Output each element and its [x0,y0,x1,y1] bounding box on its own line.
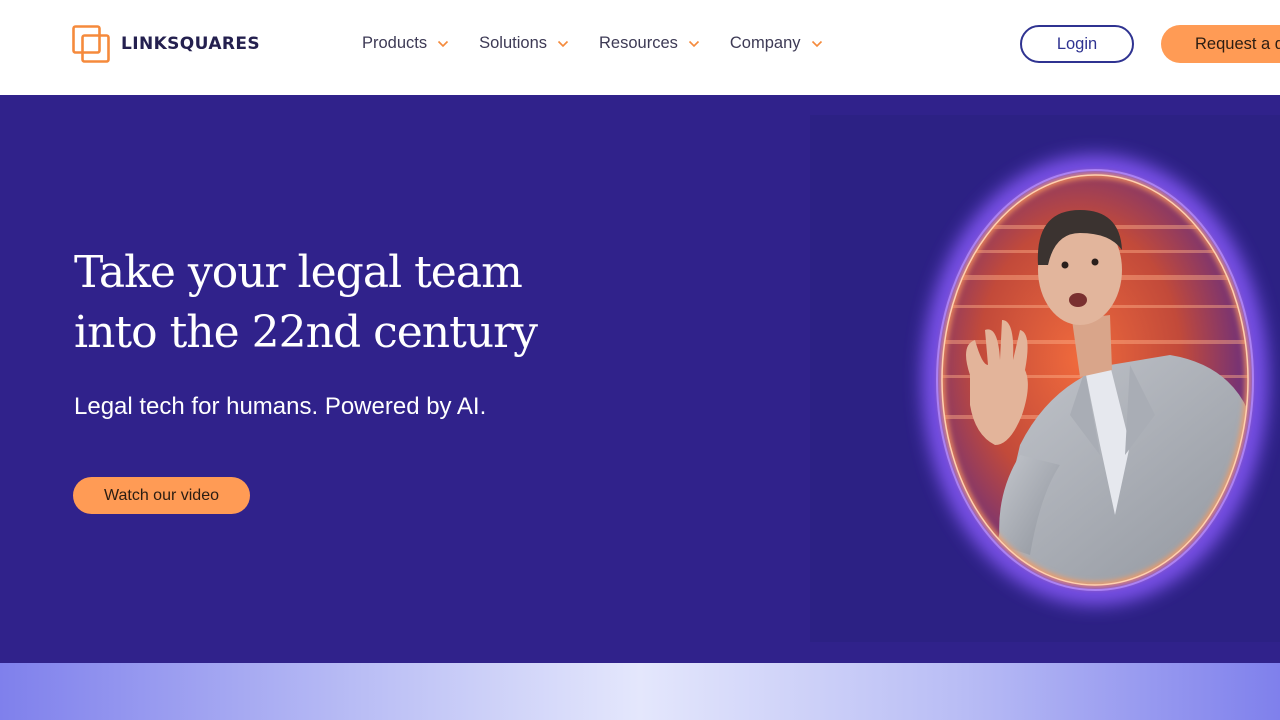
hero-image [810,115,1280,642]
next-section-band [0,663,1280,720]
watch-video-button[interactable]: Watch our video [73,477,250,514]
hero-title-line-2: into the 22nd century [74,307,538,358]
nav-item-label: Products [362,34,428,52]
portal-illustration [922,155,1268,605]
logo-wordmark: LINKSQUARES [121,34,261,54]
top-navigation: LINKSQUARES Products Solutions Resources… [0,0,1280,95]
nav-item-label: Resources [599,34,678,52]
hero-title-line-1: Take your legal team [74,247,523,298]
main-menu: Products Solutions Resources Company [362,34,823,53]
logo-squares-icon [72,25,110,63]
hero-subtitle: Legal tech for humans. Powered by AI. [74,393,487,420]
nav-item-products[interactable]: Products [362,34,449,53]
chevron-down-icon [811,40,822,47]
chevron-down-icon [557,40,569,47]
nav-item-solutions[interactable]: Solutions [479,34,569,53]
login-button[interactable]: Login [1020,25,1134,63]
chevron-down-icon [438,40,449,47]
nav-item-resources[interactable]: Resources [599,34,700,53]
hero-title: Take your legal team into the 22nd centu… [74,243,694,363]
hero-section: Take your legal team into the 22nd centu… [0,95,1280,663]
nav-item-label: Company [729,34,801,52]
linksquares-logo[interactable]: LINKSQUARES [72,25,260,63]
nav-item-company[interactable]: Company [730,34,823,53]
chevron-down-icon [688,40,699,47]
request-demo-button[interactable]: Request a demo [1161,25,1280,63]
nav-item-label: Solutions [479,34,548,52]
